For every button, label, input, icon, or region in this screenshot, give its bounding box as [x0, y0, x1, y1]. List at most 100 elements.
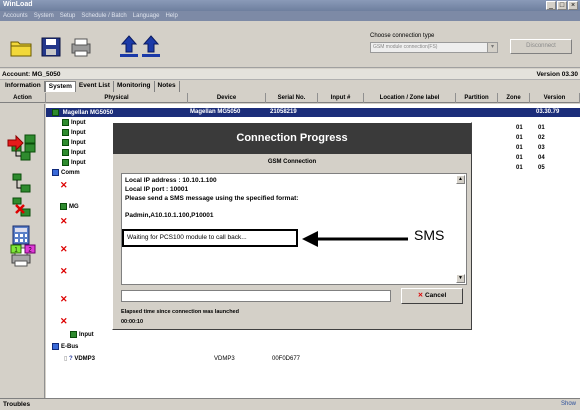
tree-row[interactable]: ✕: [60, 244, 68, 254]
tree-row[interactable]: ✕: [60, 316, 68, 326]
connection-progress-dialog: Connection Progress GSM Connection Local…: [112, 122, 472, 330]
menu-help[interactable]: Help: [165, 11, 177, 21]
comm-icon: [52, 168, 59, 176]
tab-notes[interactable]: Notes: [155, 81, 180, 92]
menu-accounts[interactable]: Accounts: [3, 11, 28, 21]
save-icon[interactable]: [38, 34, 64, 60]
close-button[interactable]: ×: [568, 1, 578, 10]
error-x-icon: ✕: [60, 266, 68, 276]
connection-type-label: Choose connection type: [370, 33, 435, 39]
error-x-icon: ✕: [60, 294, 68, 304]
log-line: Padmin,A10.10.1.100,P10001: [125, 212, 214, 219]
tree-row[interactable]: E-Bus: [52, 342, 78, 352]
partition-selector-icon[interactable]: 1 2: [10, 238, 38, 260]
col-device[interactable]: Device: [188, 93, 266, 103]
tree-row[interactable]: Input: [62, 138, 86, 148]
column-headers: Action Physical Device Serial No. Input …: [0, 93, 580, 103]
tree-row[interactable]: ✕: [60, 266, 68, 276]
zone-cell: 03: [538, 145, 545, 151]
chevron-down-icon[interactable]: ▾: [487, 43, 497, 52]
zone-cell: 01: [538, 125, 545, 131]
tree-row[interactable]: MG: [60, 202, 79, 212]
elapsed-label: Elapsed time since connection was launch…: [121, 309, 239, 315]
sms-annotation-label: SMS: [414, 227, 445, 243]
transfer-arrows-icon[interactable]: [118, 34, 164, 60]
error-x-icon: ✕: [60, 180, 68, 190]
partition-cell: 01: [516, 125, 523, 131]
input-icon: [70, 330, 77, 338]
tree-row[interactable]: ✕: [60, 216, 68, 226]
tab-information[interactable]: Information: [2, 81, 45, 92]
tree-expand-icon[interactable]: [10, 172, 32, 194]
dialog-subtitle: GSM Connection: [267, 159, 317, 165]
scroll-up-icon[interactable]: ▲: [456, 175, 465, 184]
status-bar: Troubles Show: [0, 398, 580, 410]
connection-progress-bar: [121, 290, 391, 302]
bus-icon: [52, 342, 59, 350]
tree-row[interactable]: Input: [70, 330, 94, 340]
error-x-icon: ✕: [60, 216, 68, 226]
vdmp-device: VDMP3: [214, 356, 235, 362]
open-folder-icon[interactable]: [8, 34, 34, 60]
tree-row[interactable]: ▯ ? VDMP3: [64, 354, 95, 364]
selected-row[interactable]: [46, 108, 580, 117]
tree-row[interactable]: Input: [62, 148, 86, 158]
input-icon: [62, 128, 69, 136]
cancel-x-icon: ✕: [417, 292, 424, 299]
tree-row[interactable]: ✕: [60, 180, 68, 190]
col-serial[interactable]: Serial No.: [266, 93, 318, 103]
partition-cell: 01: [516, 145, 523, 151]
tree-row[interactable]: Input: [62, 118, 86, 128]
version-label: Version 03.30: [536, 71, 578, 78]
col-physical[interactable]: Physical: [46, 93, 188, 103]
unknown-icon: ?: [68, 356, 73, 362]
col-location[interactable]: Location / Zone label: [364, 93, 456, 103]
tree-row[interactable]: Input: [62, 128, 86, 138]
tree-row[interactable]: Comm: [52, 168, 80, 178]
show-link[interactable]: Show: [561, 401, 576, 407]
log-line: Local IP port : 10001: [125, 186, 189, 193]
col-version[interactable]: Version: [530, 93, 580, 103]
zone-cell: 04: [538, 155, 545, 161]
window-title: WinLoad: [3, 1, 33, 8]
waiting-message: Waiting for PCS100 module to call back..…: [127, 234, 247, 241]
error-x-icon: ✕: [60, 244, 68, 254]
transfer-to-module-icon[interactable]: [6, 132, 38, 154]
error-x-icon: ✕: [60, 316, 68, 326]
tree-row[interactable]: Input: [62, 158, 86, 168]
panel-icon: [52, 108, 59, 116]
tree-root-row[interactable]: Magellan MG5050: [52, 108, 113, 118]
tab-bar: Information System Event List Monitoring…: [0, 81, 580, 92]
input-icon: [62, 138, 69, 146]
minimize-button[interactable]: _: [546, 1, 556, 10]
cancel-button[interactable]: ✕ Cancel: [401, 288, 463, 304]
connection-type-select[interactable]: GSM module connection(FS) ▾: [370, 42, 498, 53]
tree-row[interactable]: ✕: [60, 294, 68, 304]
elapsed-value: 00:00:10: [121, 319, 144, 325]
tab-event-list[interactable]: Event List: [76, 81, 114, 92]
delete-module-icon[interactable]: [10, 196, 32, 218]
zone-cell: 02: [538, 135, 545, 141]
toolbar: Choose connection type GSM module connec…: [0, 21, 580, 68]
col-zone[interactable]: Zone: [498, 93, 530, 103]
col-action[interactable]: Action: [0, 93, 46, 103]
root-serial: 21058219: [270, 109, 297, 115]
col-input[interactable]: Input #: [318, 93, 364, 103]
menu-language[interactable]: Language: [133, 11, 160, 21]
connection-type-value: GSM module connection(FS): [373, 44, 438, 50]
cancel-label: Cancel: [424, 292, 447, 299]
col-partition[interactable]: Partition: [456, 93, 498, 103]
waiting-message-box: Waiting for PCS100 module to call back..…: [122, 229, 298, 247]
scroll-down-icon[interactable]: ▼: [456, 274, 465, 283]
print-icon[interactable]: [68, 34, 94, 60]
zone-cell: 05: [538, 165, 545, 171]
input-icon: [62, 148, 69, 156]
tab-monitoring[interactable]: Monitoring: [114, 81, 155, 92]
disconnect-button[interactable]: Disconnect: [510, 39, 572, 54]
tab-system[interactable]: System: [44, 81, 76, 92]
menu-setup[interactable]: Setup: [60, 11, 76, 21]
menu-schedule-batch[interactable]: Schedule / Batch: [81, 11, 126, 21]
menu-system[interactable]: System: [34, 11, 54, 21]
maximize-button[interactable]: □: [557, 1, 567, 10]
tree-root-label: Magellan MG5050: [62, 110, 114, 116]
